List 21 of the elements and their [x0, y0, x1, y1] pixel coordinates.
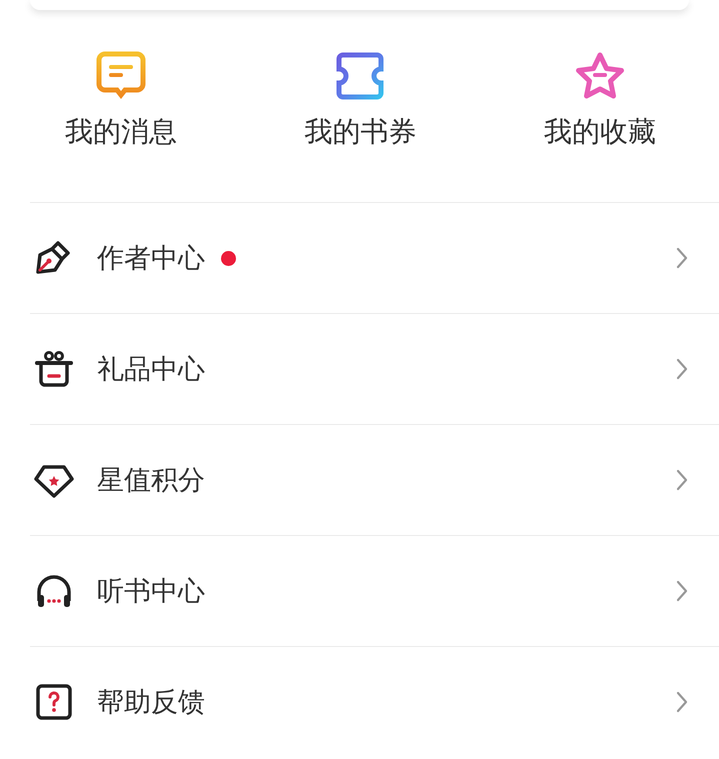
chevron-right-icon — [675, 468, 689, 492]
gift-icon — [34, 349, 74, 389]
chevron-right-icon — [675, 579, 689, 603]
menu-label: 作者中心 — [97, 242, 205, 276]
shortcut-label[interactable]: 我的书券 — [304, 114, 416, 150]
menu-label: 听书中心 — [97, 575, 205, 609]
help-icon — [34, 682, 74, 722]
menu-item[interactable]: 作者中心 — [30, 202, 719, 313]
menu-item[interactable]: 帮助反馈 — [30, 646, 719, 757]
shortcut-label[interactable]: 我的收藏 — [544, 114, 656, 150]
menu-label: 星值积分 — [97, 464, 205, 498]
chevron-right-icon — [675, 246, 689, 270]
chevron-right-icon — [675, 690, 689, 714]
ticket-icon[interactable] — [334, 50, 386, 102]
menu-item[interactable]: 听书中心 — [30, 535, 719, 646]
menu-item[interactable]: 星值积分 — [30, 424, 719, 535]
menu-label: 帮助反馈 — [97, 686, 205, 720]
chevron-right-icon — [675, 357, 689, 381]
shortcut-label[interactable]: 我的消息 — [64, 114, 177, 150]
menu-label: 礼品中心 — [97, 353, 205, 387]
menu-item[interactable]: 礼品中心 — [30, 313, 719, 424]
